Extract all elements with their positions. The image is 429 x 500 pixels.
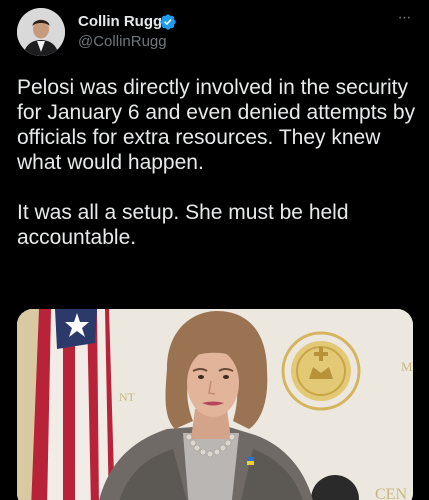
tweet-paragraph: Pelosi was directly involved in the secu… bbox=[17, 76, 416, 174]
news-photo-icon: NT M CEN bbox=[17, 309, 413, 500]
verified-badge-icon bbox=[160, 14, 176, 30]
author-display-name[interactable]: Collin Rugg bbox=[78, 13, 162, 31]
tweet-media-photo[interactable]: NT M CEN bbox=[17, 309, 413, 500]
seal-emblem bbox=[281, 331, 361, 411]
profile-photo-icon bbox=[17, 8, 65, 56]
backdrop-letters: CEN bbox=[375, 486, 407, 500]
more-options-icon[interactable]: ··· bbox=[393, 10, 415, 26]
flag-image bbox=[31, 309, 115, 500]
author-handle[interactable]: @CollinRugg bbox=[78, 33, 167, 51]
tweet-text: Pelosi was directly involved in the secu… bbox=[17, 75, 417, 250]
seal-letter: M bbox=[401, 359, 413, 374]
avatar[interactable] bbox=[17, 8, 65, 56]
tweet-paragraph: It was all a setup. She must be held acc… bbox=[17, 201, 349, 249]
backdrop-side-letters: NT bbox=[119, 390, 136, 404]
